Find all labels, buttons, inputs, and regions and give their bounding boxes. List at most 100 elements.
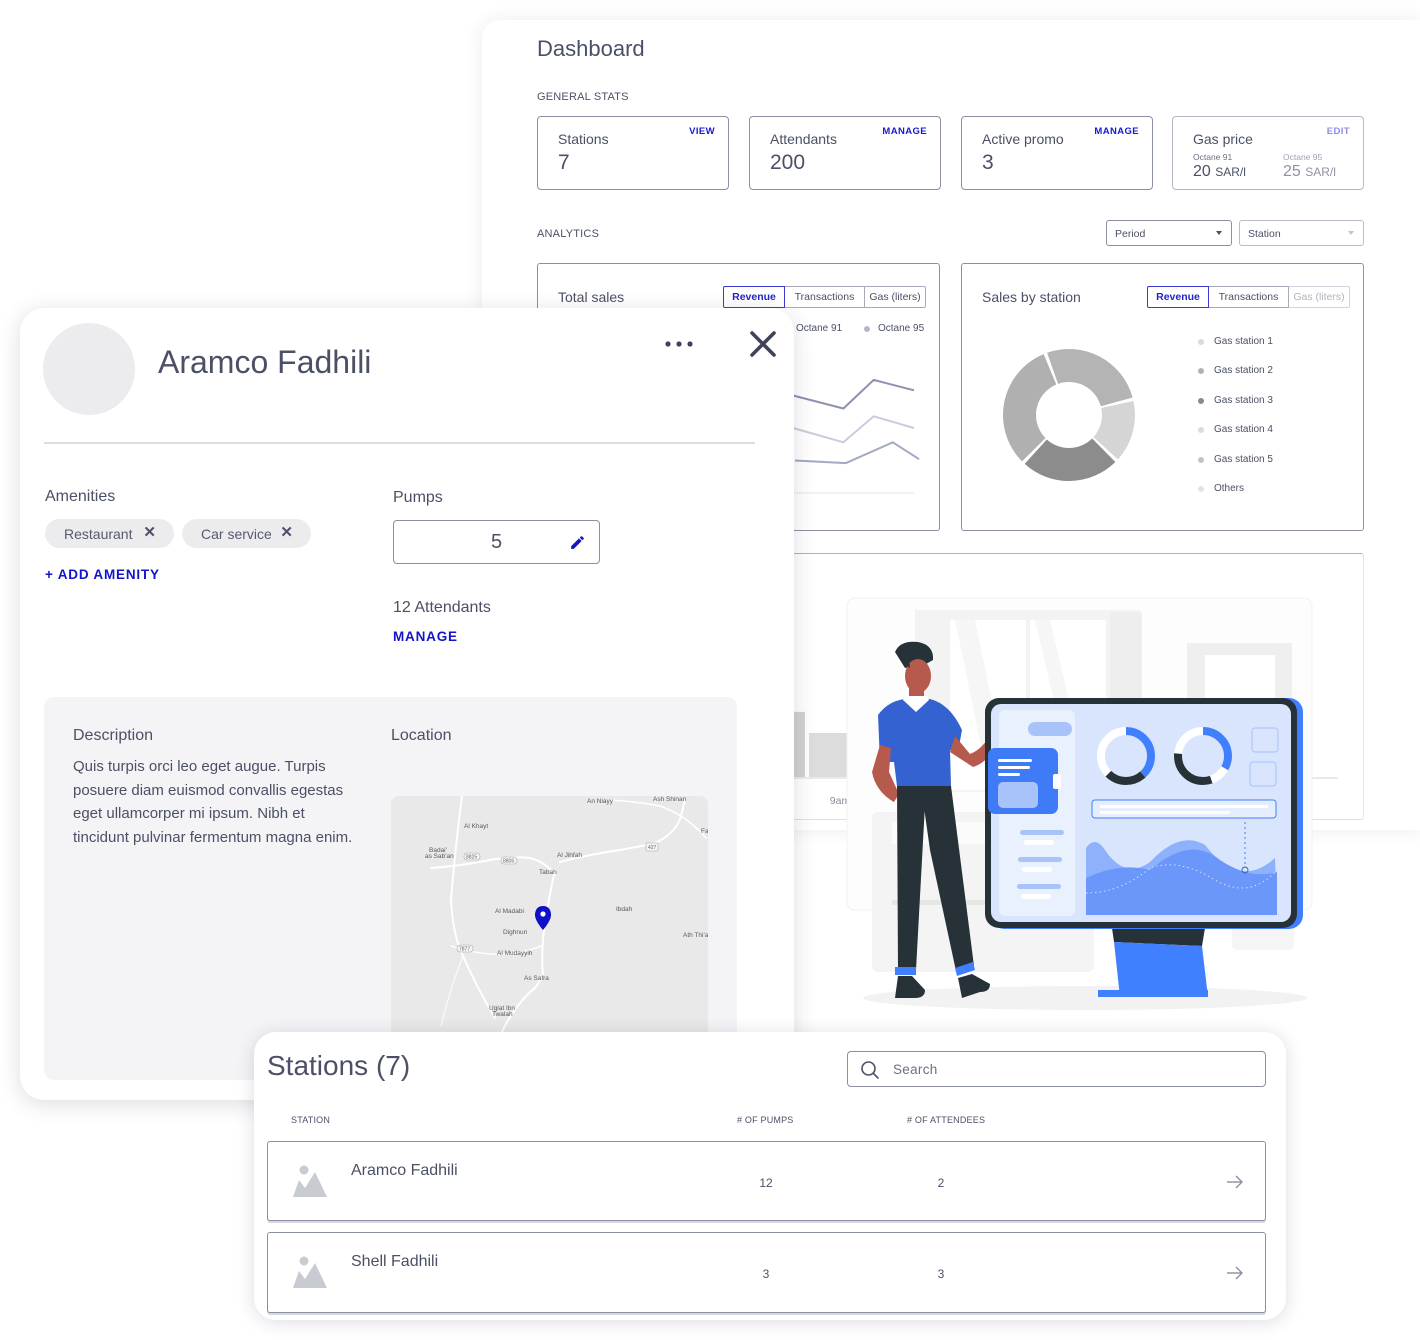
manage-promo-link[interactable]: MANAGE xyxy=(1094,126,1139,137)
map-roads xyxy=(430,796,707,1037)
close-icon[interactable] xyxy=(749,330,777,358)
legend-item: Gas station 1 xyxy=(1214,336,1273,347)
legend-item: Gas station 5 xyxy=(1214,453,1273,465)
price-value: 20 xyxy=(1193,163,1211,180)
column-header-station[interactable]: STATION xyxy=(291,1115,330,1125)
pumps-value: 5 xyxy=(490,531,503,553)
map-label: as Sab'an xyxy=(425,853,454,860)
column-header-attendees[interactable]: # OF ATTENDEES xyxy=(907,1115,985,1125)
table-row[interactable]: Shell Fadhili 3 3 xyxy=(267,1232,1266,1313)
price-value: 25 xyxy=(1283,163,1301,180)
pencil-icon[interactable] xyxy=(569,534,586,551)
line-series-2 xyxy=(792,415,915,444)
analytics-label: ANALYTICS xyxy=(537,228,600,240)
details-box: Description Quis turpis orci leo eget au… xyxy=(44,697,737,1080)
stations-title: Stations (7) xyxy=(267,1050,411,1081)
map-label: An Niayy xyxy=(587,798,614,805)
legend-dot xyxy=(1198,397,1204,404)
pumps-label: Pumps xyxy=(393,489,443,506)
stat-value: 3 xyxy=(982,151,994,174)
pumps-count: 3 xyxy=(762,1267,770,1281)
map-label: Ash Shinan xyxy=(653,796,687,803)
station-detail-modal: Aramco Fadhili Amenities Restaurant ✕ Ca… xyxy=(20,308,794,1100)
map-road xyxy=(440,955,464,1027)
stat-label: Attendants xyxy=(770,131,837,147)
map-label: Twalah xyxy=(492,1011,513,1018)
octane-91-label: Octane 91 xyxy=(1193,152,1233,162)
location-label: Location xyxy=(391,727,452,744)
chip-label: Restaurant xyxy=(64,525,133,542)
column-header-pumps[interactable]: # OF PUMPS xyxy=(737,1115,794,1125)
search-input[interactable]: Search xyxy=(847,1051,1266,1087)
edit-gas-price-link[interactable]: EDIT xyxy=(1327,126,1350,137)
stat-value: 200 xyxy=(770,151,806,174)
map-label: Dighnun xyxy=(503,929,528,936)
amenity-chip-restaurant: Restaurant ✕ xyxy=(45,519,174,548)
station-select-value: Station xyxy=(1248,228,1281,240)
map-label: Ath Thi'a xyxy=(683,932,708,939)
search-placeholder: Search xyxy=(893,1062,938,1077)
view-stations-link[interactable]: VIEW xyxy=(689,126,715,137)
chevron-down-icon xyxy=(1216,231,1222,235)
table-row[interactable]: Aramco Fadhili 12 2 xyxy=(267,1141,1266,1221)
stat-card-attendants: Attendants 200 MANAGE xyxy=(749,116,941,190)
attendees-count: 2 xyxy=(937,1176,945,1190)
map-label: As Safra xyxy=(524,975,549,982)
donut-segment-1 xyxy=(1047,349,1133,407)
header-divider xyxy=(44,442,755,444)
map-label: Al Mudayyih xyxy=(497,950,533,957)
pumps-input[interactable]: 5 xyxy=(393,520,600,564)
description-label: Description xyxy=(73,727,154,744)
stat-card-gas-price: Gas price EDIT Octane 91 20 SAR/l Octane… xyxy=(1172,116,1364,190)
tab-gas-liters[interactable]: Gas (liters) xyxy=(1289,286,1350,308)
legend-item: Others xyxy=(1214,483,1245,494)
stat-card-active-promo: Active promo 3 MANAGE xyxy=(961,116,1153,190)
page-title: Dashboard xyxy=(537,36,645,61)
map-label: Al Jihfah xyxy=(557,852,582,859)
stat-label: Gas price xyxy=(1193,131,1253,147)
legend-item: Gas station 3 xyxy=(1214,394,1273,406)
tab-transactions[interactable]: Transactions xyxy=(1209,286,1289,308)
remove-chip-icon[interactable]: ✕ xyxy=(143,523,156,541)
map-pin-icon[interactable] xyxy=(535,906,551,930)
pumps-count: 12 xyxy=(759,1176,773,1190)
person-shoe xyxy=(895,976,925,998)
station-name-title: Aramco Fadhili xyxy=(158,344,372,380)
sales-by-station-card: Sales by station Revenue Transactions Ga… xyxy=(961,263,1364,531)
avatar xyxy=(43,323,135,415)
stat-label: Stations xyxy=(558,131,609,147)
price-unit: SAR/l xyxy=(1305,165,1336,179)
map-label: Al Khayt xyxy=(464,823,488,830)
stat-label: Active promo xyxy=(982,131,1064,147)
more-horizontal-icon[interactable] xyxy=(663,338,697,350)
legend-dot xyxy=(1198,427,1204,434)
stat-value: 7 xyxy=(558,151,570,174)
description-text: Quis turpis orci leo eget augue. Turpis … xyxy=(73,758,353,846)
remove-chip-icon[interactable]: ✕ xyxy=(280,523,293,541)
road-shield: 7877 xyxy=(459,947,470,953)
image-placeholder-icon xyxy=(293,1256,327,1288)
road-shield: 427 xyxy=(648,845,657,851)
octane-95-price: 25 SAR/l xyxy=(1283,163,1336,181)
arrow-right-icon[interactable] xyxy=(1226,1266,1244,1280)
floor-shadow xyxy=(863,986,1307,1010)
attendees-count: 3 xyxy=(937,1267,945,1281)
manage-attendants-button[interactable]: MANAGE xyxy=(393,629,458,644)
map-road xyxy=(609,799,707,839)
map-label: Ibdah xyxy=(616,906,633,913)
legend-dot xyxy=(1198,486,1204,492)
stat-card-stations: Stations 7 VIEW xyxy=(537,116,729,190)
legend-dot xyxy=(1198,339,1204,345)
line-series-3 xyxy=(794,441,920,465)
arrow-right-icon[interactable] xyxy=(1226,1175,1244,1189)
price-unit: SAR/l xyxy=(1215,165,1246,179)
legend-dot xyxy=(1198,368,1204,375)
map-road-shields: 8825 8806 427 7877 xyxy=(456,842,659,953)
map-label: Fa xyxy=(701,828,708,835)
station-select[interactable]: Station xyxy=(1239,220,1364,246)
period-select[interactable]: Period xyxy=(1106,220,1232,246)
add-amenity-button[interactable]: + ADD AMENITY xyxy=(45,567,160,582)
legend-dot xyxy=(1198,456,1204,463)
manage-attendants-link[interactable]: MANAGE xyxy=(882,126,927,137)
dashboard-illustration xyxy=(846,597,1313,1010)
